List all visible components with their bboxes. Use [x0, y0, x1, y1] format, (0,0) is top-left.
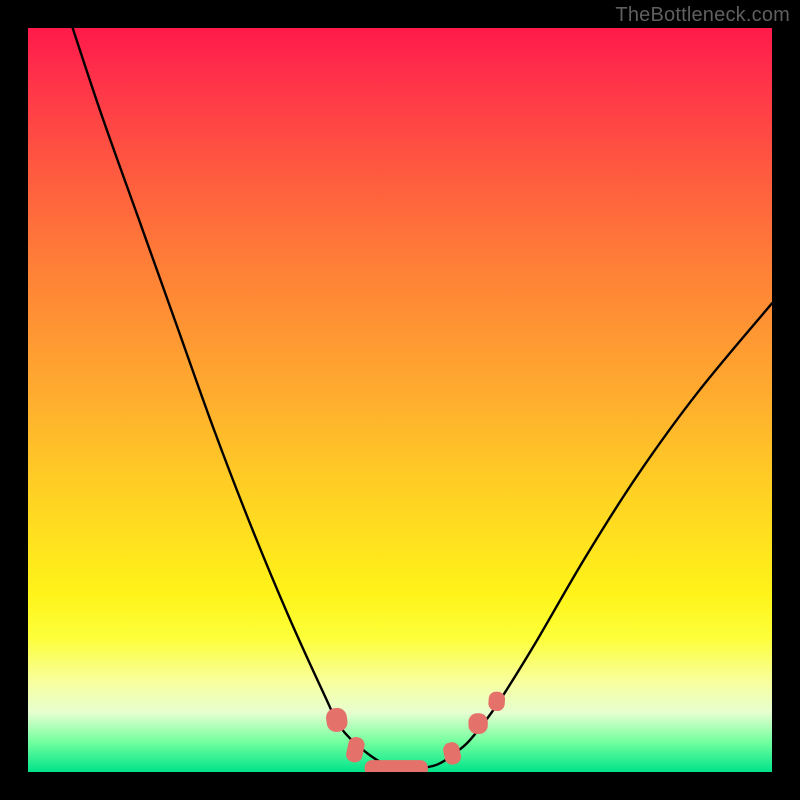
- curve-marker: [488, 691, 506, 711]
- bottleneck-curve: [73, 28, 772, 769]
- curve-marker: [365, 760, 428, 772]
- curve-layer: [73, 28, 772, 769]
- curve-marker: [442, 741, 463, 766]
- curve-markers: [325, 691, 506, 772]
- plot-area: [28, 28, 772, 772]
- chart-frame: TheBottleneck.com: [0, 0, 800, 800]
- chart-svg: [28, 28, 772, 772]
- curve-marker: [468, 713, 487, 734]
- curve-marker: [325, 707, 349, 733]
- attribution-text: TheBottleneck.com: [615, 4, 790, 27]
- curve-marker: [345, 736, 366, 764]
